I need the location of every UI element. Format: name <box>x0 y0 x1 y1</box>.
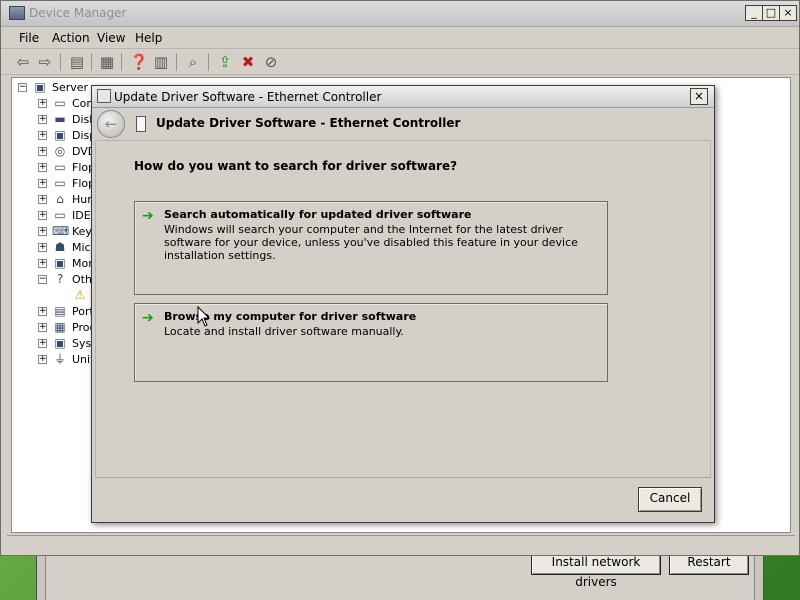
toolbar: ⇦ ⇨ ▤ ▦ ❓ ▥ ⌕ ⇪ ✖ ⊘ <box>1 49 799 75</box>
toolbar-separator <box>208 53 209 71</box>
expand-icon[interactable]: + <box>38 99 47 108</box>
device-category-icon: ▣ <box>54 256 66 270</box>
device-category-icon: ▣ <box>54 128 66 142</box>
toolbar-separator <box>176 53 177 71</box>
collapse-icon[interactable]: − <box>38 275 47 284</box>
option-title: Search automatically for updated driver … <box>164 208 472 221</box>
device-category-icon: ⌂ <box>56 192 64 206</box>
expand-icon[interactable]: + <box>38 323 47 332</box>
console-tree-icon[interactable]: ▤ <box>67 52 87 72</box>
menu-bar: File Action View Help <box>1 27 799 49</box>
device-manager-titlebar: Device Manager _ □ × <box>1 1 799 27</box>
expand-icon[interactable]: + <box>38 131 47 140</box>
expand-icon[interactable]: + <box>38 195 47 204</box>
device-category-icon: ◎ <box>54 144 66 158</box>
properties-icon[interactable]: ▦ <box>97 52 117 72</box>
expand-icon[interactable]: + <box>38 227 47 236</box>
device-category-icon: ⌨ <box>52 224 70 238</box>
dialog-header: ← Update Driver Software - Ethernet Cont… <box>94 108 712 140</box>
expand-icon[interactable]: + <box>38 115 47 124</box>
device-category-icon: ▬ <box>54 112 66 126</box>
scan-hardware-icon[interactable]: ⌕ <box>183 52 203 72</box>
expand-icon[interactable]: + <box>38 307 47 316</box>
expand-icon[interactable]: + <box>38 243 47 252</box>
expand-icon[interactable]: + <box>38 339 47 348</box>
expand-icon[interactable]: + <box>38 147 47 156</box>
green-arrow-icon: ➔ <box>142 208 154 224</box>
dialog-header-title: Update Driver Software - Ethernet Contro… <box>156 116 461 130</box>
device-category-icon: ▤ <box>54 304 66 318</box>
mouse-cursor-icon <box>197 306 211 327</box>
disable-icon[interactable]: ⊘ <box>261 52 281 72</box>
update-driver-icon[interactable]: ⇪ <box>215 52 235 72</box>
dialog-icon <box>97 89 111 103</box>
status-bar <box>7 535 795 553</box>
toolbar-separator <box>121 53 122 71</box>
forward-arrow-icon[interactable]: ⇨ <box>35 52 55 72</box>
menu-file[interactable]: File <box>19 31 39 45</box>
dialog-titlebar: Update Driver Software - Ethernet Contro… <box>92 86 714 108</box>
minimize-button[interactable]: _ <box>745 5 763 21</box>
device-category-icon: ▭ <box>54 160 66 174</box>
expand-icon[interactable]: + <box>38 355 47 364</box>
device-category-icon: ▦ <box>54 320 66 334</box>
tree-root-label: Server <box>52 81 89 94</box>
dialog-close-button[interactable]: × <box>690 88 708 105</box>
dialog-title: Update Driver Software - Ethernet Contro… <box>114 90 382 104</box>
menu-view[interactable]: View <box>97 31 125 45</box>
tree-item-label: IDE <box>72 209 91 222</box>
device-manager-icon <box>9 6 25 20</box>
device-category-icon: ▭ <box>54 176 66 190</box>
device-category-icon: ⏚ <box>53 352 66 366</box>
expand-icon[interactable]: + <box>38 211 47 220</box>
menu-action[interactable]: Action <box>52 31 90 45</box>
search-automatically-option[interactable]: ➔ Search automatically for updated drive… <box>134 201 608 295</box>
tree-item-label: Oth <box>72 273 92 286</box>
maximize-button[interactable]: □ <box>762 5 780 21</box>
expand-icon[interactable]: + <box>38 259 47 268</box>
device-category-icon: ☗ <box>54 240 66 254</box>
action-pane-icon[interactable]: ▥ <box>151 52 171 72</box>
uninstall-icon[interactable]: ✖ <box>238 52 258 72</box>
computer-icon: ▣ <box>34 80 46 94</box>
device-icon <box>136 116 146 132</box>
option-description: Locate and install driver software manua… <box>164 325 404 338</box>
device-category-icon: ▭ <box>54 96 66 110</box>
update-driver-dialog: Update Driver Software - Ethernet Contro… <box>91 85 715 523</box>
close-button[interactable]: × <box>779 5 797 21</box>
tree-item-label: Key <box>72 225 92 238</box>
expand-icon[interactable]: + <box>38 179 47 188</box>
device-category-icon: ? <box>56 272 64 286</box>
collapse-icon[interactable]: − <box>18 83 27 92</box>
toolbar-separator <box>60 53 61 71</box>
device-category-icon: ▭ <box>54 208 66 222</box>
device-manager-title: Device Manager <box>29 6 127 20</box>
device-category-icon: ▣ <box>54 336 66 350</box>
search-question: How do you want to search for driver sof… <box>134 159 458 173</box>
option-description: Windows will search your computer and th… <box>164 223 578 262</box>
warning-device-icon: ⚠ <box>74 288 86 302</box>
green-arrow-icon: ➔ <box>142 310 154 326</box>
help-icon[interactable]: ❓ <box>129 52 149 72</box>
toolbar-separator <box>91 53 92 71</box>
expand-icon[interactable]: + <box>38 163 47 172</box>
dialog-body: How do you want to search for driver sof… <box>95 140 711 478</box>
menu-help[interactable]: Help <box>135 31 162 45</box>
cancel-button[interactable]: Cancel <box>638 487 702 512</box>
back-arrow-icon[interactable]: ⇦ <box>13 52 33 72</box>
back-button[interactable]: ← <box>97 110 125 138</box>
